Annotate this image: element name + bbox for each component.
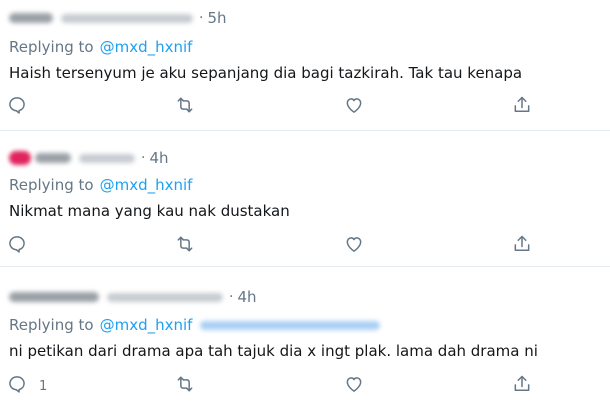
- tweet-actions: 1: [0, 375, 610, 397]
- reply-button[interactable]: [7, 235, 39, 257]
- timestamp[interactable]: 4h: [149, 149, 168, 167]
- tweet-text: Haish tersenyum je aku sepanjang dia bag…: [9, 64, 523, 82]
- user-name-redacted[interactable]: [35, 153, 71, 163]
- tweet-text: Nikmat mana yang kau nak dustakan: [9, 202, 290, 220]
- extra-handles-redacted[interactable]: [200, 320, 381, 330]
- retweet-button[interactable]: [175, 235, 195, 257]
- retweet-button[interactable]: [175, 375, 195, 397]
- reply-icon: [7, 95, 27, 119]
- tweet[interactable]: · 5h Replying to @mxd_hxnif Haish tersen…: [0, 0, 610, 128]
- replying-to-label: Replying to: [9, 38, 94, 56]
- tweet-header: · 4h: [9, 148, 169, 168]
- tweet[interactable]: · 4h Replying to @mxd_hxnif ni petikan d…: [0, 267, 610, 414]
- reply-icon: [7, 374, 27, 398]
- replying-to: Replying to @mxd_hxnif: [9, 314, 381, 336]
- share-button[interactable]: [512, 235, 532, 257]
- replying-to: Replying to @mxd_hxnif: [9, 36, 192, 58]
- user-name-redacted[interactable]: [9, 13, 53, 23]
- share-icon: [512, 95, 532, 119]
- replying-to-handle[interactable]: @mxd_hxnif: [100, 176, 193, 194]
- retweet-icon: [175, 374, 195, 398]
- replying-to-handle[interactable]: @mxd_hxnif: [100, 38, 193, 56]
- replying-to-handle[interactable]: @mxd_hxnif: [100, 316, 193, 334]
- tweet[interactable]: · 4h Replying to @mxd_hxnif Nikmat mana …: [0, 131, 610, 266]
- tweet-header: · 5h: [9, 8, 227, 28]
- avatar[interactable]: [9, 151, 31, 165]
- share-icon: [512, 374, 532, 398]
- retweet-button[interactable]: [175, 96, 195, 118]
- like-button[interactable]: [344, 235, 364, 257]
- timestamp[interactable]: 5h: [207, 9, 226, 27]
- user-handle-redacted[interactable]: [79, 153, 135, 163]
- timestamp[interactable]: 4h: [237, 288, 256, 306]
- tweet-actions: [0, 235, 610, 257]
- tweet-actions: [0, 96, 610, 118]
- reply-count: 1: [39, 378, 48, 394]
- heart-icon: [344, 95, 364, 119]
- separator-dot: ·: [199, 10, 204, 26]
- tweet-text: ni petikan dari drama apa tah tajuk dia …: [9, 342, 538, 360]
- replying-to: Replying to @mxd_hxnif: [9, 174, 192, 196]
- retweet-icon: [175, 234, 195, 258]
- user-handle-redacted[interactable]: [61, 13, 193, 23]
- share-button[interactable]: [512, 375, 532, 397]
- heart-icon: [344, 374, 364, 398]
- replying-to-label: Replying to: [9, 316, 94, 334]
- tweet-header: · 4h: [9, 287, 257, 307]
- separator-dot: ·: [229, 289, 234, 305]
- like-button[interactable]: [344, 375, 364, 397]
- replying-to-label: Replying to: [9, 176, 94, 194]
- heart-icon: [344, 234, 364, 258]
- retweet-icon: [175, 95, 195, 119]
- separator-dot: ·: [141, 150, 146, 166]
- reply-button[interactable]: [7, 96, 39, 118]
- share-button[interactable]: [512, 96, 532, 118]
- reply-button[interactable]: 1: [7, 375, 47, 397]
- like-button[interactable]: [344, 96, 364, 118]
- share-icon: [512, 234, 532, 258]
- user-handle-redacted[interactable]: [107, 292, 223, 302]
- user-name-redacted[interactable]: [9, 292, 99, 302]
- reply-icon: [7, 234, 27, 258]
